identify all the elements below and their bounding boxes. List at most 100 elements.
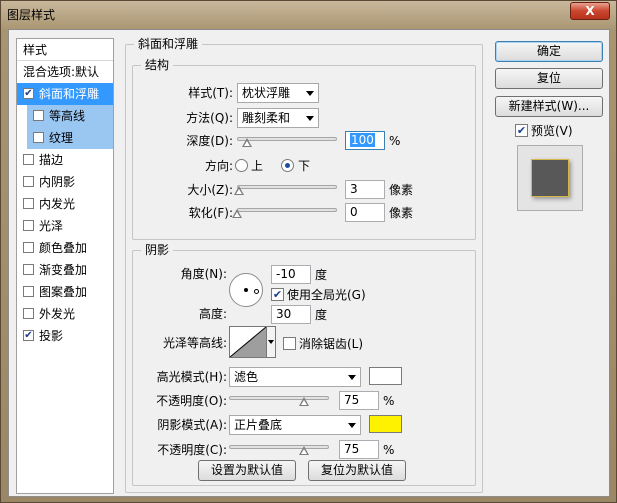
style-item-stroke[interactable]: 描边 (17, 149, 113, 171)
angle-input[interactable]: -10 (271, 265, 311, 284)
global-light-checkbox[interactable]: ✔ (271, 288, 284, 301)
new-style-button[interactable]: 新建样式(W)... (495, 96, 603, 117)
style-item-inner-shadow[interactable]: 内阴影 (17, 171, 113, 193)
close-button[interactable]: X (570, 2, 610, 20)
ok-button[interactable]: 确定 (495, 41, 603, 62)
soften-unit: 像素 (389, 206, 414, 220)
slider-thumb[interactable] (299, 446, 309, 456)
depth-input[interactable]: 100 (345, 131, 385, 150)
angle-unit: 度 (315, 268, 328, 282)
shadow-color-swatch[interactable] (369, 415, 402, 433)
chevron-down-icon (348, 423, 356, 428)
highlight-opacity-input[interactable]: 75 (339, 391, 379, 410)
soften-input[interactable]: 0 (345, 203, 385, 222)
angle-label: 角度(N): (180, 267, 227, 281)
direction-down-radio[interactable] (281, 159, 294, 172)
style-item-outer-glow[interactable]: 外发光 (17, 303, 113, 325)
soften-slider[interactable] (232, 205, 337, 219)
style-item-bevel[interactable]: ✔ 斜面和浮雕 (17, 83, 113, 105)
highlight-opacity-slider[interactable] (229, 393, 329, 407)
highlight-color-swatch[interactable] (369, 367, 402, 385)
soften-value: 0 (350, 205, 358, 219)
preview-checkbox[interactable]: ✔ (515, 124, 528, 137)
style-item-satin[interactable]: 光泽 (17, 215, 113, 237)
shadow-opacity-label: 不透明度(C): (157, 443, 227, 457)
pattern-overlay-checkbox[interactable] (23, 286, 34, 297)
style-item-label: 等高线 (49, 109, 86, 123)
slider-thumb[interactable] (232, 209, 242, 219)
title-bar[interactable]: 图层样式 X (1, 1, 616, 29)
stroke-checkbox[interactable] (23, 154, 34, 165)
style-item-label: 斜面和浮雕 (39, 87, 100, 101)
inner-shadow-checkbox[interactable] (23, 176, 34, 187)
style-item-contour[interactable]: 等高线 (27, 105, 113, 127)
size-input[interactable]: 3 (345, 180, 385, 199)
style-item-label: 描边 (39, 153, 64, 167)
angle-value: -10 (276, 267, 296, 281)
direction-up-radio[interactable] (235, 159, 248, 172)
angle-dial[interactable] (229, 273, 263, 307)
blend-options-item[interactable]: 混合选项:默认 (17, 61, 113, 83)
outer-glow-checkbox[interactable] (23, 308, 34, 319)
shadow-opacity-slider[interactable] (229, 442, 329, 456)
gloss-contour-label: 光泽等高线: (162, 336, 227, 350)
style-item-label: 外发光 (39, 307, 76, 321)
soften-label: 软化(F): (188, 206, 233, 220)
inner-glow-checkbox[interactable] (23, 198, 34, 209)
gloss-contour-dropdown-button[interactable] (267, 326, 276, 358)
bevel-style-dropdown[interactable]: 枕状浮雕 (237, 83, 319, 103)
contour-checkbox[interactable] (33, 110, 44, 121)
technique-dropdown[interactable]: 雕刻柔和 (237, 108, 319, 128)
shadow-opacity-unit: % (383, 443, 395, 457)
depth-unit: % (389, 134, 401, 148)
style-item-label: 图案叠加 (39, 285, 88, 299)
styles-header[interactable]: 样式 (17, 39, 113, 61)
altitude-input[interactable]: 30 (271, 305, 311, 324)
shadow-opacity-input[interactable]: 75 (339, 440, 379, 459)
drop-shadow-checkbox[interactable]: ✔ (23, 330, 34, 341)
style-item-texture[interactable]: 纹理 (27, 127, 113, 149)
shadow-mode-dropdown[interactable]: 正片叠底 (229, 415, 361, 435)
bevel-emboss-title: 斜面和浮雕 (134, 37, 203, 51)
style-item-pattern-overlay[interactable]: 图案叠加 (17, 281, 113, 303)
highlight-opacity-unit: % (383, 394, 395, 408)
preview-label: 预览(V) (531, 124, 573, 138)
size-unit: 像素 (389, 183, 414, 197)
bevel-checkbox[interactable]: ✔ (23, 88, 34, 99)
size-slider[interactable] (234, 182, 337, 196)
style-item-drop-shadow[interactable]: ✔ 投影 (17, 325, 113, 347)
bevel-style-value: 枕状浮雕 (242, 86, 291, 100)
depth-value: 100 (350, 133, 375, 147)
style-item-gradient-overlay[interactable]: 渐变叠加 (17, 259, 113, 281)
highlight-mode-label: 高光模式(H): (156, 370, 227, 384)
antialias-checkbox[interactable] (283, 337, 296, 350)
shadow-mode-value: 正片叠底 (234, 418, 283, 432)
style-item-color-overlay[interactable]: 颜色叠加 (17, 237, 113, 259)
make-default-button[interactable]: 设置为默认值 (198, 460, 296, 481)
reset-button[interactable]: 复位 (495, 68, 603, 89)
slider-thumb[interactable] (234, 186, 244, 196)
highlight-mode-value: 滤色 (234, 370, 259, 384)
style-label: 样式(T): (188, 86, 233, 100)
gloss-contour-picker[interactable] (229, 326, 267, 358)
slider-track (237, 137, 337, 141)
depth-slider[interactable] (237, 134, 337, 148)
altitude-value: 30 (276, 307, 292, 321)
altitude-unit: 度 (315, 308, 328, 322)
angle-center-dot (244, 288, 248, 292)
size-value: 3 (350, 182, 358, 196)
shadow-mode-label: 阴影模式(A): (157, 418, 227, 432)
color-overlay-checkbox[interactable] (23, 242, 34, 253)
gradient-overlay-checkbox[interactable] (23, 264, 34, 275)
highlight-mode-dropdown[interactable]: 滤色 (229, 367, 361, 387)
style-item-inner-glow[interactable]: 内发光 (17, 193, 113, 215)
texture-checkbox[interactable] (33, 132, 44, 143)
satin-checkbox[interactable] (23, 220, 34, 231)
antialias-label: 消除锯齿(L) (299, 337, 364, 351)
bevel-emboss-group: 斜面和浮雕 结构 样式(T): 枕状浮雕 方法(Q): 雕刻柔和 深度(D): (125, 37, 483, 493)
slider-track (237, 208, 337, 212)
reset-default-button[interactable]: 复位为默认值 (308, 460, 406, 481)
slider-thumb[interactable] (242, 138, 252, 148)
slider-thumb[interactable] (299, 397, 309, 407)
chevron-down-icon (306, 91, 314, 96)
